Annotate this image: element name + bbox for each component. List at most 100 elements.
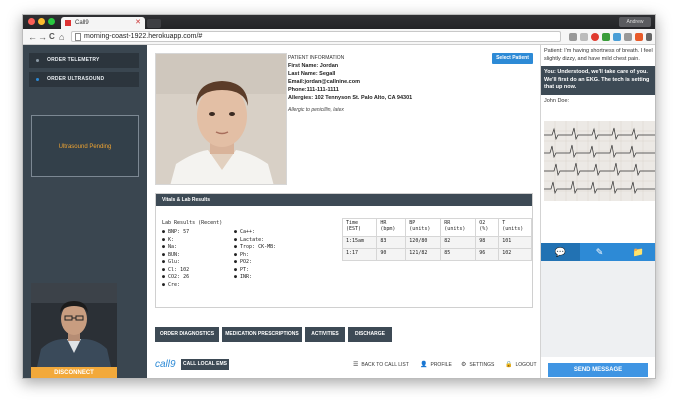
table-cell: 1:15am: [341, 236, 378, 249]
user-icon: 👤: [420, 362, 428, 368]
lab-item: ● INR:: [234, 274, 253, 280]
home-icon[interactable]: ⌂: [59, 31, 64, 43]
doctor-video-image: [31, 283, 117, 367]
browser-tab[interactable]: Call9 ✕: [61, 17, 145, 29]
browser-window: Call9 ✕ Andrew ← → C ⌂ morning-coast-192…: [22, 14, 656, 379]
chat-input-area[interactable]: [541, 261, 655, 357]
table-cell: 120/80: [405, 236, 442, 249]
list-icon: ☰: [353, 362, 359, 368]
order-diagnostics-button[interactable]: ORDER DIAGNOSTICS: [155, 327, 219, 342]
doctor-video: [31, 283, 117, 367]
lab-results-title: Lab Results (Recent): [162, 220, 223, 226]
patient-info-header: PATIENT INFORMATION: [288, 55, 345, 61]
table-cell: 102: [498, 248, 532, 261]
allergies-address: Allergies: 102 Tennyson St. Palo Alto, C…: [288, 95, 413, 101]
activities-button[interactable]: ACTIVITIES: [305, 327, 345, 342]
column-header: HR (bpm): [376, 218, 407, 237]
lab-item: ● Lactate:: [234, 236, 265, 243]
chat-toolbar: 💬 ✎ 📁: [541, 243, 655, 261]
chat-panel: Patient: I'm having shortness of breath.…: [540, 45, 655, 378]
sidebar-item-order-telemetry[interactable]: ORDER TELEMETRY: [29, 53, 139, 68]
lab-results-right: ● Ca++: ● Lactate: ● Trop: CK-MB: ● Ph: …: [234, 229, 276, 282]
profile-badge[interactable]: Andrew: [619, 17, 651, 27]
chat-message-patient: Patient: I'm having shortness of breath.…: [544, 48, 653, 62]
select-patient-button[interactable]: Select Patient: [492, 53, 533, 64]
column-header: RR (units): [440, 218, 477, 237]
table-cell: 90: [376, 248, 407, 261]
table-cell: 96: [475, 248, 500, 261]
tab-title: Call9: [75, 20, 89, 26]
lab-item: ● Ca++:: [234, 229, 256, 235]
address-bar[interactable]: morning-coast-1922.herokuapp.com/#: [71, 31, 561, 42]
bullet-icon: [36, 59, 39, 62]
extension-icon[interactable]: [602, 33, 610, 41]
edit-icon[interactable]: ✎: [580, 243, 619, 261]
gear-icon: ⚙: [461, 362, 467, 368]
lab-results: Lab Results (Recent) ● BNP: 57 ● K: ● Na…: [162, 220, 276, 288]
table-row: 1:15am 83 120/80 82 98 101: [341, 236, 532, 249]
extension-icon[interactable]: [613, 33, 621, 41]
disconnect-button[interactable]: DISCONNECT: [31, 367, 117, 378]
sidebar: ORDER TELEMETRY ORDER ULTRASOUND Ultraso…: [23, 45, 147, 378]
logout-link[interactable]: 🔒 LOGOUT: [505, 361, 537, 368]
column-header: O2 (%): [475, 218, 500, 237]
back-to-call-list-link[interactable]: ☰ BACK TO CALL LIST: [353, 361, 409, 368]
discharge-button[interactable]: DISCHARGE: [348, 327, 392, 342]
column-header: Time (EST): [341, 218, 378, 237]
tab-close-icon[interactable]: ✕: [135, 17, 141, 29]
maximize-window-icon[interactable]: [48, 18, 55, 25]
chat-message-you: You: Understood, we'll take care of you.…: [541, 66, 655, 95]
lab-item: ● BNP: 57: [162, 229, 190, 235]
record-icon[interactable]: [591, 33, 599, 41]
new-tab-button[interactable]: [147, 19, 161, 28]
table-cell: 1:17: [341, 248, 378, 261]
back-icon[interactable]: ←: [28, 31, 37, 43]
lab-item: ● Ph:: [234, 251, 250, 258]
table-header-row: Time (EST) HR (bpm) BP (units) RR (units…: [341, 218, 532, 237]
close-window-icon[interactable]: [28, 18, 35, 25]
forward-icon[interactable]: →: [38, 31, 47, 43]
first-name: First Name: Jordan: [288, 63, 339, 69]
profile-link[interactable]: 👤 PROFILE: [420, 361, 452, 368]
lab-results-left: ● BNP: 57 ● K: ● Na: ● BUN: ● Glu: ● Cl:…: [162, 229, 189, 289]
browser-titlebar: Call9 ✕ Andrew: [23, 15, 655, 29]
lab-item: ● Cre:: [162, 281, 181, 288]
favicon-icon: [65, 20, 71, 26]
settings-link[interactable]: ⚙ SETTINGS: [461, 361, 494, 368]
app: ORDER TELEMETRY ORDER ULTRASOUND Ultraso…: [23, 45, 655, 378]
minimize-window-icon[interactable]: [38, 18, 45, 25]
column-header: BP (units): [405, 218, 442, 237]
ekg-trace: [544, 121, 655, 201]
patient-photo-image: [156, 54, 286, 184]
cast-icon[interactable]: [624, 33, 632, 41]
url-text: morning-coast-1922.herokuapp.com/#: [84, 33, 203, 40]
chat-icon[interactable]: 💬: [541, 243, 580, 261]
page-icon: [75, 33, 81, 41]
vitals-table: Time (EST) HR (bpm) BP (units) RR (units…: [341, 218, 532, 261]
vitals-panel: Vitals & Lab Results Lab Results (Recent…: [155, 193, 533, 308]
extension-icon[interactable]: [635, 33, 643, 41]
extension-icon[interactable]: [580, 33, 588, 41]
menu-icon[interactable]: [646, 33, 652, 41]
table-cell: 83: [376, 236, 407, 249]
lab-item: ● CO2: 26: [162, 274, 190, 280]
table-cell: 85: [440, 248, 477, 261]
lab-item: ● PT:: [234, 266, 250, 273]
patient-info: PATIENT INFORMATION First Name: Jordan L…: [288, 54, 488, 114]
reload-icon[interactable]: C: [49, 31, 55, 43]
call-local-ems-button[interactable]: CALL LOCAL EMS: [181, 359, 229, 370]
add-folder-icon[interactable]: 📁: [619, 243, 655, 261]
table-row: 1:17 90 121/82 85 96 102: [341, 248, 532, 261]
sidebar-item-order-ultrasound[interactable]: ORDER ULTRASOUND: [29, 72, 139, 87]
send-message-button[interactable]: SEND MESSAGE: [548, 363, 648, 377]
table-cell: 101: [498, 236, 532, 249]
lab-item: ● Na:: [162, 244, 178, 250]
lab-item: ● PO2:: [234, 259, 253, 265]
last-name: Last Name: Segall: [288, 71, 336, 77]
info-icon[interactable]: [569, 33, 577, 41]
medication-prescriptions-button[interactable]: MEDICATION PRESCRIPTIONS: [222, 327, 302, 342]
column-header: T (units): [498, 218, 532, 237]
patient-photo: [155, 53, 287, 185]
footer: call9 CALL LOCAL EMS ☰ BACK TO CALL LIST …: [147, 351, 540, 378]
sidebar-item-label: ORDER ULTRASOUND: [47, 76, 105, 82]
